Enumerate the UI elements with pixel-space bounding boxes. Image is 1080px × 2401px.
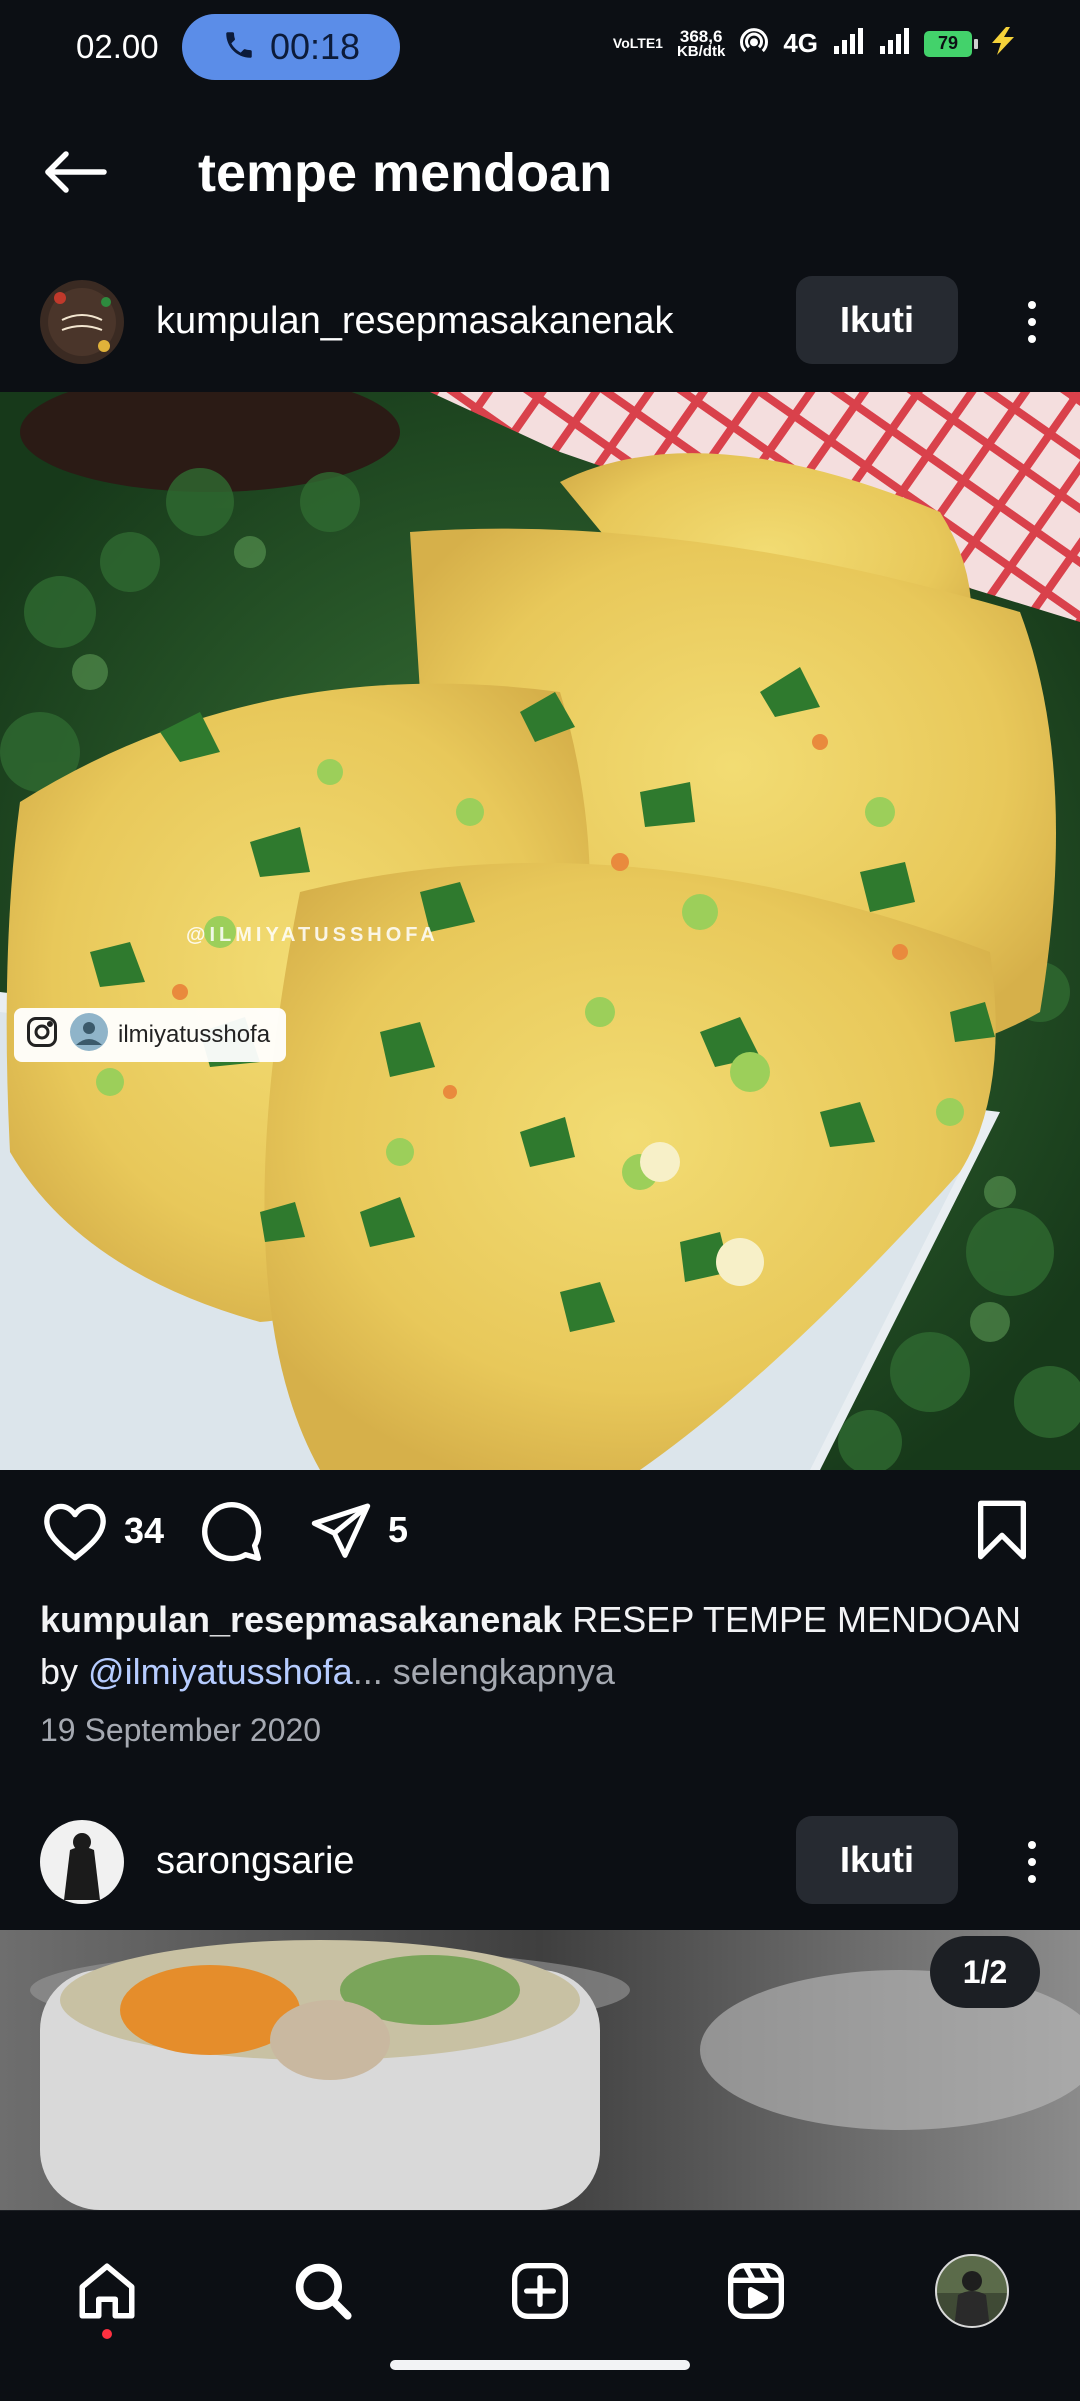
share-button[interactable]: 5 — [308, 1498, 408, 1562]
image-source-tag[interactable]: ilmiyatusshofa — [14, 1008, 287, 1062]
post-caption: kumpulan_resepmasakanenak RESEP TEMPE ME… — [40, 1594, 1040, 1698]
post-image[interactable] — [0, 392, 1080, 1470]
paper-plane-icon — [311, 1503, 371, 1558]
nav-home[interactable] — [52, 2241, 162, 2341]
nav-search[interactable] — [268, 2241, 378, 2341]
avatar[interactable] — [40, 1820, 124, 1904]
post-image-2[interactable] — [0, 1930, 1080, 2210]
network-type: 4G — [783, 28, 818, 58]
charging-icon — [986, 26, 1020, 61]
plus-square-icon — [512, 2263, 568, 2319]
caption-text: RESEP TEMPE MENDOAN — [572, 1599, 1022, 1640]
network-speed: 368,6 KB/dtk — [676, 26, 726, 60]
heart-icon — [44, 1503, 106, 1561]
caption-mention-link[interactable]: @ilmiyatusshofa — [88, 1651, 353, 1692]
post-header-2: sarongsarie Ikuti — [0, 1808, 1080, 1918]
nav-reels[interactable] — [701, 2241, 811, 2341]
comment-icon — [202, 1502, 262, 1562]
search-icon — [295, 2263, 352, 2320]
caption-username[interactable]: kumpulan_resepmasakanenak — [40, 1599, 562, 1640]
follow-button[interactable]: Ikuti — [796, 1816, 958, 1904]
gesture-home-indicator[interactable] — [390, 2360, 690, 2370]
ongoing-call-pill[interactable]: 00:18 — [182, 14, 400, 80]
image-watermark: @ILMIYATUSSHOFA — [186, 924, 439, 946]
volte-indicator: VoLTE1 — [612, 35, 663, 51]
status-bar: 02.00 00:18 VoLTE1 368,6 KB/dtk 4G 79 — [0, 0, 1080, 96]
avatar[interactable] — [40, 280, 124, 364]
more-options-icon[interactable] — [1012, 1830, 1052, 1894]
like-button[interactable]: 34 — [40, 1500, 164, 1562]
reels-icon — [728, 2263, 784, 2319]
call-duration: 00:18 — [269, 26, 361, 67]
arrow-left-icon — [45, 151, 107, 193]
comment-button[interactable] — [196, 1496, 264, 1569]
status-time: 02.00 — [76, 28, 159, 65]
like-count: 34 — [124, 1510, 165, 1551]
phone-icon — [222, 28, 256, 67]
home-icon — [79, 2263, 135, 2319]
carousel-counter: 1/2 — [930, 1936, 1040, 2008]
share-count: 5 — [388, 1509, 409, 1550]
follow-button[interactable]: Ikuti — [796, 276, 958, 364]
battery-percent: 79 — [937, 33, 959, 53]
nav-profile[interactable] — [917, 2241, 1027, 2341]
battery-indicator: 79 — [924, 30, 978, 57]
signal-sim1-icon — [832, 26, 864, 61]
page-title: tempe mendoan — [198, 143, 613, 203]
signal-sim2-icon — [878, 26, 910, 61]
back-button[interactable] — [40, 148, 112, 201]
nav-create[interactable] — [485, 2241, 595, 2341]
see-more-link[interactable]: ... selengkapnya — [353, 1651, 615, 1692]
tag-username: ilmiyatusshofa — [118, 1021, 271, 1048]
network-speed-value: 368,6 — [679, 26, 723, 46]
more-options-icon[interactable] — [1012, 290, 1052, 354]
bottom-navigation — [0, 2210, 1080, 2401]
post-date: 19 September 2020 — [40, 1712, 322, 1748]
search-results-header: tempe mendoan — [0, 110, 1080, 230]
tag-avatar — [70, 1012, 108, 1058]
save-button[interactable] — [974, 1498, 1030, 1567]
hotspot-icon — [739, 26, 769, 61]
post-username[interactable]: kumpulan_resepmasakanenak — [156, 300, 674, 343]
post-actions: 34 5 — [0, 1470, 1080, 1596]
post-header: kumpulan_resepmasakanenak Ikuti — [0, 268, 1080, 378]
bookmark-icon — [978, 1500, 1026, 1560]
caption-by: by — [40, 1651, 79, 1692]
notification-dot — [102, 2329, 112, 2339]
status-icons: VoLTE1 368,6 KB/dtk 4G 79 — [613, 26, 1020, 61]
network-speed-unit: KB/dtk — [676, 42, 726, 60]
post-username[interactable]: sarongsarie — [156, 1840, 355, 1883]
profile-avatar — [935, 2254, 1009, 2328]
instagram-icon — [24, 1014, 60, 1057]
